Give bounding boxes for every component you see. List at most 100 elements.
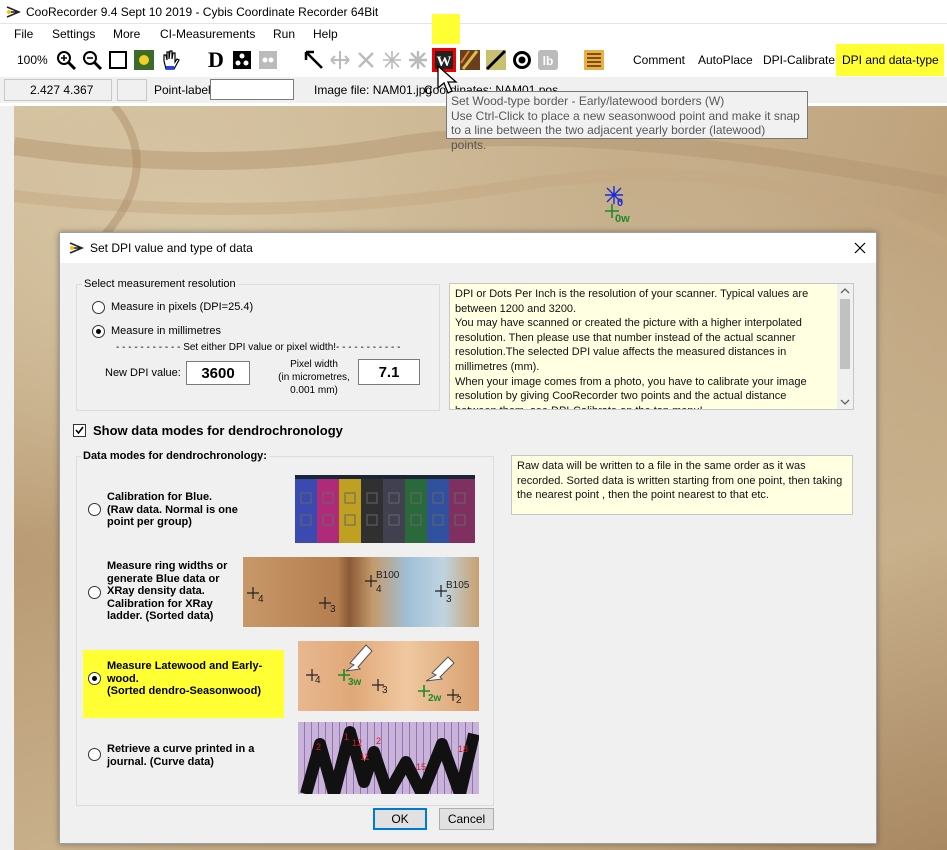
point-label-text: Point-label:: [154, 83, 215, 97]
point-label-input[interactable]: [210, 79, 294, 100]
radio-mode-ring-widths[interactable]: [88, 586, 101, 599]
dpi-data-type-button[interactable]: DPI and data-type: [842, 53, 939, 67]
autoplace-button[interactable]: AutoPlace: [698, 53, 753, 67]
mode-curve-label: Retrieve a curve printed in a journal. (…: [107, 743, 255, 768]
svg-text:3: 3: [330, 604, 336, 615]
dpi-calibrate-button[interactable]: DPI-Calibrate: [763, 53, 835, 67]
menu-run[interactable]: Run: [273, 27, 295, 41]
zoom-in-icon[interactable]: [54, 48, 78, 72]
tooltip-line-1: Set Wood-type border - Early/latewood bo…: [451, 94, 725, 108]
menu-bar: File Settings More CI-Measurements Run H…: [0, 24, 947, 44]
calibration-blue-thumbnail: [295, 475, 475, 543]
dots-icon[interactable]: [230, 48, 254, 72]
svg-text:3w: 3w: [348, 677, 362, 688]
lb-icon[interactable]: lb: [536, 48, 560, 72]
zoom-level[interactable]: 100%: [17, 53, 48, 67]
window-title: CooRecorder 9.4 Sept 10 2019 - Cybis Coo…: [26, 5, 379, 19]
svg-text:lb: lb: [543, 54, 554, 68]
comment-button[interactable]: Comment: [633, 53, 685, 67]
latewood-thumbnail: 4 3w 3 2w 2: [298, 641, 479, 711]
svg-text:15: 15: [416, 762, 426, 772]
show-modes-checkbox[interactable]: [73, 424, 86, 437]
left-strip: [0, 106, 14, 850]
dialog-title: Set DPI value and type of data: [90, 241, 253, 255]
line-icon[interactable]: [484, 48, 508, 72]
title-bar: CooRecorder 9.4 Sept 10 2019 - Cybis Coo…: [0, 0, 947, 24]
star-icon[interactable]: [406, 48, 430, 72]
svg-text:2: 2: [456, 695, 462, 706]
curve-thumbnail: 2 1 12 11 2 15 18: [298, 722, 479, 794]
modes-group-label: Data modes for dendrochronology:: [81, 450, 269, 462]
menu-help[interactable]: Help: [313, 27, 338, 41]
tooltip-line-3: to a line between the two adjacent yearl…: [451, 123, 766, 152]
delete-x-icon[interactable]: [354, 48, 378, 72]
toolbar: 100% D W lb Comment AutoPlace DPI-Calibr…: [0, 44, 947, 76]
pixel-width-input[interactable]: 7.1: [358, 359, 420, 385]
radio-mode-calibration-blue[interactable]: [88, 503, 101, 516]
svg-text:3: 3: [382, 685, 388, 696]
svg-text:4: 4: [258, 594, 264, 605]
dpi-dialog: Set DPI value and type of data Select me…: [59, 232, 877, 844]
svg-text:11: 11: [360, 752, 369, 762]
dpi-info-text: DPI or Dots Per Inch is the resolution o…: [449, 283, 854, 410]
close-icon[interactable]: [853, 241, 867, 255]
radio-measure-mm[interactable]: [92, 325, 105, 338]
gray-dots-icon[interactable]: [256, 48, 280, 72]
pixel-width-label: Pixel width (in micrometres, 0.001 mm): [278, 359, 350, 396]
measure-mm-label: Measure in millimetres: [111, 325, 222, 337]
new-dpi-label: New DPI value:: [105, 367, 181, 379]
mode-latewood-label: Measure Latewood and Early- wood. (Sorte…: [107, 660, 263, 697]
svg-text:4: 4: [376, 584, 382, 595]
scroll-up-icon[interactable]: [837, 284, 853, 298]
menu-settings[interactable]: Settings: [52, 27, 95, 41]
mode-calibration-blue-label: Calibration for Blue. (Raw data. Normal …: [107, 491, 238, 528]
svg-text:18: 18: [458, 744, 468, 754]
dialog-title-bar: Set DPI value and type of data: [60, 233, 876, 263]
ok-button[interactable]: OK: [373, 808, 427, 830]
image-adjust-icon[interactable]: [132, 48, 156, 72]
svg-text:2: 2: [376, 736, 381, 746]
highlight-marker: [432, 14, 460, 48]
svg-text:B100: B100: [376, 570, 400, 581]
svg-text:0w: 0w: [615, 213, 630, 225]
dialog-app-icon: [69, 242, 84, 254]
set-either-text: - - - - - - - - - - - Set either DPI val…: [116, 342, 401, 353]
point-marker-0w[interactable]: 0w: [602, 202, 642, 226]
select-arrow-icon[interactable]: [302, 48, 326, 72]
svg-text:3: 3: [446, 594, 452, 605]
menu-ci-measurements[interactable]: CI-Measurements: [160, 27, 255, 41]
pan-hand-icon[interactable]: [158, 48, 182, 72]
image-file-label: Image file: NAM01.jpg: [314, 83, 433, 97]
measure-pixels-label: Measure in pixels (DPI=25.4): [111, 301, 254, 313]
svg-text:B105: B105: [446, 580, 470, 591]
coords-readout: 2.427 4.367: [30, 83, 94, 97]
radio-mode-latewood[interactable]: [88, 672, 101, 685]
svg-text:2: 2: [316, 742, 321, 752]
svg-text:1: 1: [344, 732, 349, 742]
svg-text:4: 4: [315, 675, 321, 686]
fit-window-icon[interactable]: [106, 48, 130, 72]
target-icon[interactable]: [510, 48, 534, 72]
d-icon[interactable]: D: [204, 47, 228, 72]
radio-measure-pixels[interactable]: [92, 301, 105, 314]
dpi-value-input[interactable]: 3600: [186, 361, 250, 385]
radio-mode-curve[interactable]: [88, 748, 101, 761]
mouse-cursor-icon: [437, 64, 458, 94]
notes-icon[interactable]: [582, 48, 606, 72]
move-icon[interactable]: [328, 48, 352, 72]
menu-file[interactable]: File: [14, 27, 33, 41]
app-icon: [6, 6, 21, 18]
resolution-group-label: Select measurement resolution: [82, 278, 238, 290]
mode-info-text: Raw data will be written to a file in th…: [511, 455, 853, 515]
burst-icon[interactable]: [380, 48, 404, 72]
tooltip-line-2: Use Ctrl-Click to place a new seasonwood…: [451, 108, 800, 123]
zoom-out-icon[interactable]: [80, 48, 104, 72]
dpi-info-scrollbar[interactable]: [837, 284, 853, 409]
show-modes-label: Show data modes for dendrochronology: [93, 423, 343, 438]
ring-widths-thumbnail: 4 3 B100 4 B105 3: [243, 557, 479, 627]
svg-text:12: 12: [352, 738, 362, 748]
menu-more[interactable]: More: [113, 27, 140, 41]
cancel-button[interactable]: Cancel: [439, 808, 494, 830]
svg-text:2w: 2w: [428, 693, 442, 704]
scroll-down-icon[interactable]: [837, 395, 853, 409]
